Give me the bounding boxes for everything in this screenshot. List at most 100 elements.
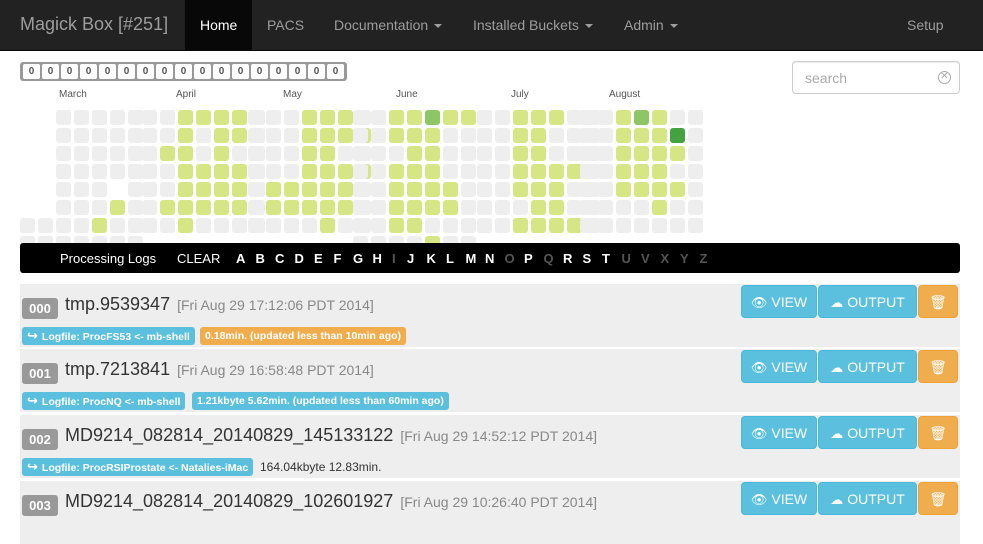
- calendar-day-cell[interactable]: [443, 110, 458, 125]
- calendar-day-cell[interactable]: [284, 200, 299, 215]
- calendar-day-cell[interactable]: [214, 218, 229, 233]
- output-button[interactable]: ☁ OUTPUT: [818, 285, 917, 318]
- calendar-day-cell[interactable]: [320, 128, 335, 143]
- calendar-day-cell[interactable]: [178, 110, 193, 125]
- calendar-day-cell[interactable]: [425, 164, 440, 179]
- calendar-day-cell[interactable]: [266, 164, 281, 179]
- calendar-day-cell[interactable]: [92, 110, 107, 125]
- calendar-day-cell[interactable]: [407, 182, 422, 197]
- calendar-day-cell[interactable]: [580, 164, 595, 179]
- calendar-day-cell[interactable]: [74, 200, 89, 215]
- calendar-day-cell[interactable]: [670, 110, 685, 125]
- calendar-day-cell[interactable]: [142, 218, 157, 233]
- calendar-day-cell[interactable]: [128, 164, 143, 179]
- calendar-day-cell[interactable]: [160, 110, 175, 125]
- calendar-day-cell[interactable]: [338, 164, 353, 179]
- calendar-day-cell[interactable]: [616, 218, 631, 233]
- calendar-day-cell[interactable]: [670, 218, 685, 233]
- calendar-day-cell[interactable]: [196, 110, 211, 125]
- calendar-day-cell[interactable]: [178, 182, 193, 197]
- calendar-day-cell[interactable]: [389, 146, 404, 161]
- calendar-day-cell[interactable]: [160, 218, 175, 233]
- view-button[interactable]: 👁 VIEW: [741, 416, 817, 449]
- filter-letter-a[interactable]: A: [236, 251, 245, 266]
- calendar-day-cell[interactable]: [232, 218, 247, 233]
- calendar-day-cell[interactable]: [531, 128, 546, 143]
- delete-button[interactable]: 🗑: [918, 285, 958, 318]
- filter-letter-j[interactable]: J: [407, 251, 414, 266]
- brand-title[interactable]: Magick Box [#251]: [20, 14, 168, 35]
- calendar-day-cell[interactable]: [232, 146, 247, 161]
- calendar-day-cell[interactable]: [196, 164, 211, 179]
- calendar-day-cell[interactable]: [549, 128, 564, 143]
- calendar-day-cell[interactable]: [580, 218, 595, 233]
- calendar-day-cell[interactable]: [178, 200, 193, 215]
- calendar-day-cell[interactable]: [196, 218, 211, 233]
- calendar-day-cell[interactable]: [56, 182, 71, 197]
- calendar-day-cell[interactable]: [513, 182, 528, 197]
- delete-button[interactable]: 🗑: [918, 416, 958, 449]
- calendar-day-cell[interactable]: [371, 146, 386, 161]
- calendar-day-cell[interactable]: [407, 200, 422, 215]
- calendar-day-cell[interactable]: [443, 200, 458, 215]
- calendar-day-cell[interactable]: [353, 218, 368, 233]
- calendar-day-cell[interactable]: [477, 164, 492, 179]
- calendar-day-cell[interactable]: [353, 146, 368, 161]
- calendar-day-cell[interactable]: [142, 182, 157, 197]
- calendar-day-cell[interactable]: [371, 128, 386, 143]
- filter-letter-t[interactable]: T: [602, 251, 610, 266]
- calendar-day-cell[interactable]: [320, 218, 335, 233]
- calendar-day-cell[interactable]: [196, 146, 211, 161]
- calendar-day-cell[interactable]: [128, 110, 143, 125]
- calendar-day-cell[interactable]: [531, 164, 546, 179]
- calendar-day-cell[interactable]: [128, 218, 143, 233]
- calendar-day-cell[interactable]: [513, 200, 528, 215]
- calendar-day-cell[interactable]: [598, 200, 613, 215]
- calendar-day-cell[interactable]: [160, 146, 175, 161]
- filter-letter-p[interactable]: P: [524, 251, 533, 266]
- calendar-day-cell[interactable]: [128, 128, 143, 143]
- calendar-day-cell[interactable]: [425, 128, 440, 143]
- calendar-day-cell[interactable]: [178, 128, 193, 143]
- calendar-day-cell[interactable]: [495, 200, 510, 215]
- calendar-day-cell[interactable]: [353, 128, 368, 143]
- calendar-day-cell[interactable]: [248, 146, 263, 161]
- calendar-day-cell[interactable]: [389, 110, 404, 125]
- filter-letter-k[interactable]: K: [427, 251, 436, 266]
- calendar-day-cell[interactable]: [425, 200, 440, 215]
- calendar-day-cell[interactable]: [549, 146, 564, 161]
- calendar-day-cell[interactable]: [284, 182, 299, 197]
- calendar-day-cell[interactable]: [92, 164, 107, 179]
- calendar-day-cell[interactable]: [160, 164, 175, 179]
- filter-letter-g[interactable]: G: [353, 251, 363, 266]
- filter-letter-d[interactable]: D: [295, 251, 304, 266]
- calendar-day-cell[interactable]: [302, 110, 317, 125]
- calendar-day-cell[interactable]: [320, 182, 335, 197]
- calendar-day-cell[interactable]: [513, 146, 528, 161]
- calendar-day-cell[interactable]: [92, 182, 107, 197]
- calendar-day-cell[interactable]: [56, 164, 71, 179]
- calendar-day-cell[interactable]: [461, 128, 476, 143]
- calendar-day-cell[interactable]: [634, 164, 649, 179]
- calendar-day-cell[interactable]: [110, 128, 125, 143]
- calendar-day-cell[interactable]: [232, 182, 247, 197]
- calendar-day-cell[interactable]: [580, 200, 595, 215]
- calendar-day-cell[interactable]: [598, 146, 613, 161]
- calendar-day-cell[interactable]: [477, 218, 492, 233]
- calendar-day-cell[interactable]: [266, 110, 281, 125]
- calendar-day-cell[interactable]: [598, 110, 613, 125]
- filter-letter-s[interactable]: S: [583, 251, 592, 266]
- calendar-day-cell[interactable]: [142, 200, 157, 215]
- log-name[interactable]: tmp.9539347: [65, 294, 170, 314]
- calendar-day-cell[interactable]: [598, 182, 613, 197]
- calendar-day-cell[interactable]: [196, 182, 211, 197]
- delete-button[interactable]: 🗑: [918, 482, 958, 515]
- calendar-day-cell[interactable]: [549, 218, 564, 233]
- calendar-day-cell[interactable]: [38, 218, 53, 233]
- calendar-day-cell[interactable]: [302, 182, 317, 197]
- filter-letter-b[interactable]: B: [256, 251, 265, 266]
- calendar-day-cell[interactable]: [320, 146, 335, 161]
- calendar-day-cell[interactable]: [688, 146, 703, 161]
- clear-search-icon[interactable]: ✕: [938, 71, 951, 84]
- calendar-day-cell[interactable]: [425, 146, 440, 161]
